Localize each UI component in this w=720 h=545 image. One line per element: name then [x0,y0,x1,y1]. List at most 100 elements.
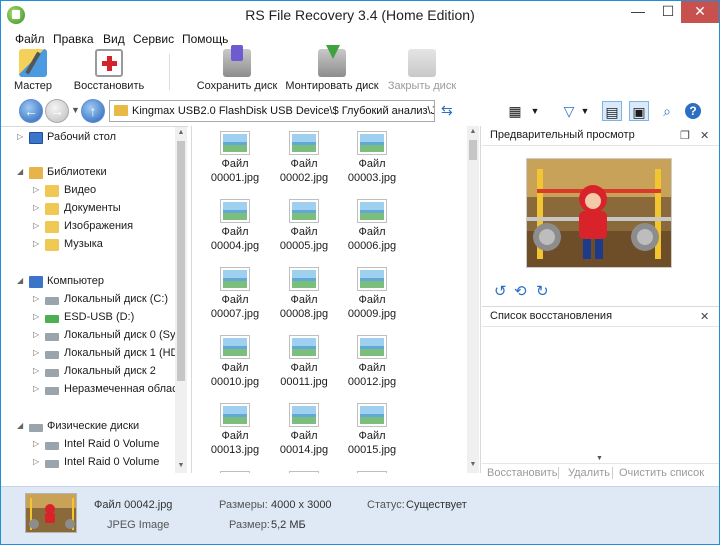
close-icon[interactable]: ✕ [700,129,709,142]
expand-arrow-icon[interactable]: ▷ [33,294,39,303]
file-item[interactable]: Файл 00010.jpg [205,330,265,392]
file-grid-scrollbar[interactable]: ▲ ▼ [467,126,479,473]
file-item[interactable] [205,466,265,473]
help-icon[interactable]: ? [685,103,701,119]
panel-layout-icon[interactable]: ▤ [602,101,622,121]
forward-arrow-icon[interactable]: → [45,99,69,123]
close-icon[interactable]: ✕ [700,310,709,323]
scrollbar-thumb[interactable] [469,140,477,160]
clear-list-button[interactable]: Очистить список [619,467,704,479]
status-bar: Файл 00042.jpg JPEG Image Размеры: 4000 … [1,486,719,544]
rotate-right-icon[interactable]: ↻ [536,282,549,300]
collapse-arrow-icon[interactable]: ◢ [17,421,23,430]
file-item[interactable]: Файл 00014.jpg [274,398,334,460]
collapse-arrow-icon[interactable]: ◢ [17,167,23,176]
rotate-left-icon[interactable]: ↺ [494,282,507,300]
menu-edit[interactable]: Правка [53,32,94,46]
collapse-arrow-icon[interactable]: ◢ [17,276,23,285]
delete-list-button[interactable]: Удалить [568,467,610,479]
scroll-up-icon[interactable]: ▲ [175,127,187,139]
file-item[interactable]: Файл 00003.jpg [342,126,402,188]
expand-arrow-icon[interactable]: ▷ [33,439,39,448]
file-item[interactable]: Файл 00007.jpg [205,262,265,324]
rotate-both-icon[interactable]: ⟲ [514,282,527,300]
file-item[interactable]: Файл 00004.jpg [205,194,265,256]
expand-arrow-icon[interactable]: ▷ [33,312,39,321]
folder-icon [45,239,59,251]
maximize-button[interactable]: ☐ [653,1,683,23]
file-name-line2: 00003.jpg [347,172,397,184]
scroll-down-icon[interactable]: ▼ [467,459,479,471]
drive-icon [45,297,59,305]
save-layout-icon[interactable]: ▣ [629,101,649,121]
drive-icon [45,351,59,359]
history-dropdown-icon[interactable]: ▼ [71,105,80,115]
back-arrow-icon[interactable]: ← [19,99,43,123]
expand-arrow-icon[interactable]: ▷ [33,185,39,194]
scrollbar-thumb[interactable] [177,141,185,381]
expand-arrow-icon[interactable]: ▷ [33,384,39,393]
view-mode-icon[interactable]: ▦ [505,101,525,121]
restore-list-button[interactable]: Восстановить [487,467,557,479]
file-item[interactable]: Файл 00006.jpg [342,194,402,256]
refresh-icon[interactable]: ⇆ [441,102,453,119]
close-button[interactable]: ✕ [681,1,719,23]
drive-icon [45,387,59,395]
file-item[interactable]: Файл 00005.jpg [274,194,334,256]
filter-dropdown-icon[interactable]: ▼ [575,101,595,121]
file-name-line1: Файл [290,362,318,374]
tree-item-label: Физические диски [47,420,140,432]
expand-arrow-icon[interactable]: ▷ [33,203,39,212]
file-item[interactable]: Файл 00008.jpg [274,262,334,324]
tree-item-label: Локальный диск (C:) [64,293,169,305]
file-item[interactable]: Файл 00002.jpg [274,126,334,188]
up-arrow-icon[interactable]: ↑ [81,99,105,123]
menu-help[interactable]: Помощь [182,32,228,46]
image-file-icon [289,199,319,223]
undock-icon[interactable]: ❐ [680,129,690,142]
mount-disk-label: Монтировать диск [285,80,379,92]
library-icon [29,167,43,179]
wizard-icon [19,49,47,77]
image-file-icon [289,471,319,473]
file-item[interactable]: Файл 00001.jpg [205,126,265,188]
file-item[interactable] [342,466,402,473]
mount-disk-button[interactable]: Монтировать диск [285,45,379,95]
drive-icon [45,460,59,468]
file-name-line1: Файл [221,294,249,306]
file-item[interactable]: Файл 00011.jpg [274,330,334,392]
expand-arrow-icon[interactable]: ▷ [17,132,23,141]
expand-arrow-icon[interactable]: ▷ [33,457,39,466]
wizard-button[interactable]: Мастер [11,49,55,95]
file-item[interactable]: Файл 00013.jpg [205,398,265,460]
restore-button[interactable]: Восстановить [73,49,145,95]
scroll-up-icon[interactable]: ▲ [467,126,479,138]
menu-view[interactable]: Вид [103,32,125,46]
expand-arrow-icon[interactable]: ▷ [33,330,39,339]
file-name-line2: 00015.jpg [347,444,397,456]
expand-arrow-icon[interactable]: ▷ [33,366,39,375]
file-item[interactable]: Файл 00009.jpg [342,262,402,324]
menu-file[interactable]: Файл [15,32,45,46]
close-disk-button[interactable]: Закрыть диск [387,49,457,95]
expand-arrow-icon[interactable]: ▷ [33,239,39,248]
file-name-line1: Файл [221,430,249,442]
menu-service[interactable]: Сервис [133,32,174,46]
file-name-line2: 00010.jpg [210,376,260,388]
search-icon[interactable]: ⌕ [657,101,677,121]
file-item[interactable]: Файл 00012.jpg [342,330,402,392]
tree-scrollbar[interactable]: ▲ ▼ [175,127,187,473]
file-item[interactable]: Файл 00015.jpg [342,398,402,460]
save-disk-label: Сохранить диск [196,80,278,92]
file-item[interactable] [274,466,334,473]
path-field[interactable]: Kingmax USB2.0 FlashDisk USB Device\$ Гл… [109,100,435,122]
collapse-arrow-icon[interactable]: ▼ [596,455,603,462]
expand-arrow-icon[interactable]: ▷ [33,348,39,357]
status-state-value: Существует [406,499,467,511]
minimize-button[interactable]: — [623,1,653,23]
save-disk-button[interactable]: Сохранить диск [196,45,278,95]
scroll-down-icon[interactable]: ▼ [175,460,187,472]
tree-item-label: Музыка [64,238,103,250]
expand-arrow-icon[interactable]: ▷ [33,221,39,230]
view-dropdown-icon[interactable]: ▼ [525,101,545,121]
